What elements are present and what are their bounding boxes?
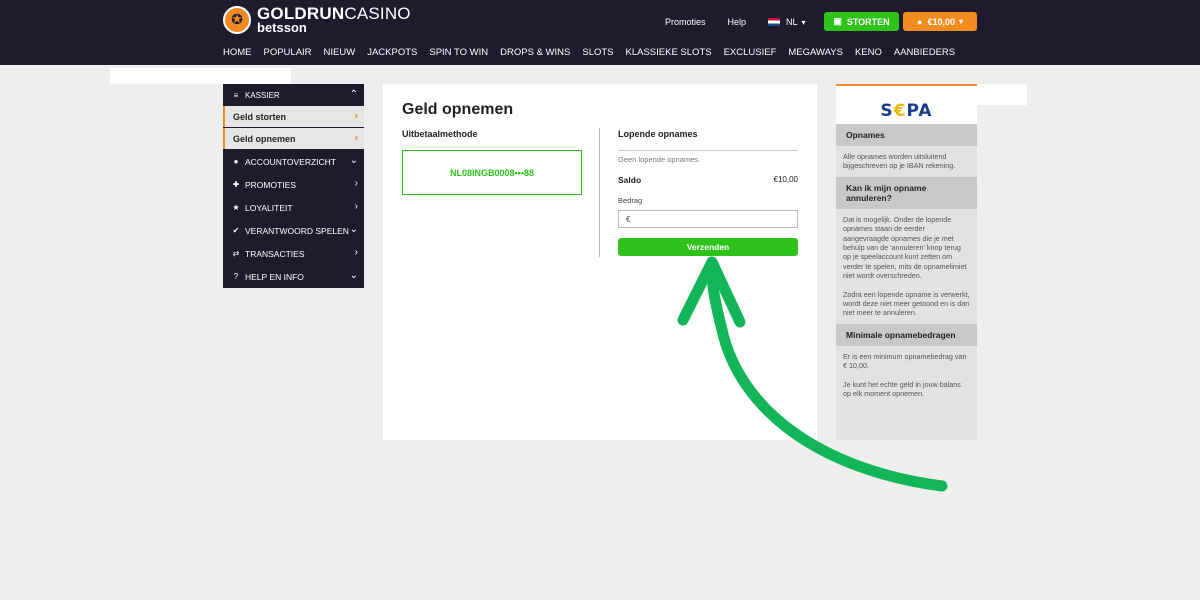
nav-slots[interactable]: SLOTS [582, 47, 613, 58]
star-icon: ★ [232, 203, 240, 212]
chevron-right-icon: › [354, 247, 358, 258]
payout-method-label: Uitbetaalmethode [402, 129, 478, 139]
coins-icon: ≡ [233, 90, 239, 100]
user-icon: ● [917, 16, 923, 27]
chevron-down-icon: ⌄ [349, 224, 358, 235]
page-banner-strip [110, 68, 291, 84]
sidebar-item-help-en-info[interactable]: ? HELP EN INFO ⌄ [223, 265, 364, 288]
info-heading-minimale: Minimale opnamebedragen [836, 323, 977, 346]
page-title: Geld opnemen [402, 101, 514, 118]
info-panel: S€PA Opnames Alle opnames worden uitslui… [836, 84, 977, 440]
balance-button[interactable]: ● €10,00 ▾ [903, 12, 977, 31]
nav-nieuw[interactable]: NIEUW [324, 47, 356, 58]
top-bar: ✪ GOLDRUNCASINO betsson Promoties Help N… [0, 0, 1200, 65]
nav-jackpots[interactable]: JACKPOTS [367, 47, 417, 58]
saldo-label: Saldo [618, 175, 642, 185]
user-icon: ● [233, 157, 239, 166]
sidebar-item-loyaliteit[interactable]: ★ LOYALITEIT › [223, 196, 364, 219]
nav-megaways[interactable]: MEGAWAYS [788, 47, 843, 58]
chevron-right-icon: › [354, 110, 358, 122]
info-text-opnames: Alle opnames worden uitsluitend bijgesch… [843, 152, 956, 171]
language-label: NL [786, 17, 798, 27]
chevron-right-icon: › [354, 178, 358, 189]
promoties-link[interactable]: Promoties [665, 17, 706, 27]
nav-keno[interactable]: KENO [855, 47, 882, 58]
saldo-value: €10,00 [773, 175, 798, 184]
chevron-down-icon: ⌄ [349, 155, 358, 166]
sidebar-item-verantwoord-spelen[interactable]: ✔ VERANTWOORD SPELEN ⌄ [223, 219, 364, 242]
tiger-logo-icon: ✪ [223, 6, 251, 34]
amount-label: Bedrag [618, 196, 643, 205]
info-heading-annuleren: Kan ik mijn opname annuleren? [836, 176, 977, 209]
column-divider [599, 128, 600, 257]
help-icon: ? [233, 272, 239, 281]
sidebar-item-promoties[interactable]: ✚ PROMOTIES › [223, 173, 364, 196]
nav-aanbieders[interactable]: AANBIEDERS [894, 47, 955, 58]
sidebar-item-geld-storten[interactable]: Geld storten › [223, 106, 364, 127]
payout-method-card[interactable]: NL08INGB0008•••88 [402, 150, 582, 195]
pending-withdrawals-title: Lopende opnames [618, 129, 698, 139]
chevron-down-icon: ▾ [958, 17, 963, 26]
sidebar-item-geld-opnemen[interactable]: Geld opnemen › [223, 128, 364, 149]
logo-wordmark: GOLDRUNCASINO [257, 3, 411, 23]
main-nav: HOME POPULAIR NIEUW JACKPOTS SPIN TO WIN… [223, 47, 967, 58]
chevron-down-icon: ⌄ [349, 270, 358, 281]
nav-populair[interactable]: POPULAIR [264, 47, 312, 58]
nav-exclusief[interactable]: EXCLUSIEF [724, 47, 777, 58]
wallet-icon: ▣ [833, 16, 842, 26]
info-text-annuleren: Dat is mogelijk. Onder de lopende opname… [843, 214, 970, 318]
nav-drops-wins[interactable]: DROPS & WINS [500, 47, 570, 58]
submit-withdraw-button[interactable]: Verzenden [618, 238, 798, 256]
sidebar-item-transacties[interactable]: ⇄ TRANSACTIES › [223, 242, 364, 265]
amount-input[interactable]: € [618, 210, 798, 228]
info-heading-opnames: Opnames [836, 124, 977, 146]
shield-check-icon: ✔ [232, 226, 240, 235]
language-selector[interactable]: NL ▾ [768, 17, 806, 27]
gift-icon: ✚ [232, 180, 240, 189]
sidebar-item-accountoverzicht[interactable]: ● ACCOUNTOVERZICHT ⌄ [223, 150, 364, 173]
info-top-strip [977, 84, 1027, 105]
sepa-logo-icon: S€PA [880, 101, 933, 121]
chevron-right-icon: › [354, 132, 358, 144]
info-text-minimale: Er is een minimum opnamebedrag van € 10,… [843, 351, 967, 399]
netherlands-flag-icon [768, 18, 781, 26]
transactions-icon: ⇄ [232, 249, 240, 258]
chevron-right-icon: › [354, 201, 358, 212]
nav-spin-to-win[interactable]: SPIN TO WIN [429, 47, 488, 58]
account-sidebar: ≡ KASSIER ⌃ Geld storten › Geld opnemen … [223, 84, 364, 288]
nav-klassieke-slots[interactable]: KLASSIEKE SLOTS [626, 47, 712, 58]
sidebar-section-kassier[interactable]: ≡ KASSIER ⌃ [223, 84, 364, 106]
withdraw-panel: Geld opnemen Uitbetaalmethode NL08INGB00… [383, 84, 817, 440]
deposit-button[interactable]: ▣ STORTEN [824, 12, 899, 31]
divider [618, 150, 798, 151]
chevron-up-icon: ⌃ [349, 89, 358, 100]
site-logo[interactable]: ✪ GOLDRUNCASINO betsson [223, 3, 411, 34]
chevron-down-icon: ▾ [801, 17, 806, 27]
currency-prefix: € [626, 214, 631, 224]
nav-home[interactable]: HOME [223, 47, 252, 58]
sepa-logo: S€PA [836, 84, 977, 124]
iban-value: NL08INGB0008•••88 [450, 167, 534, 178]
pending-withdrawals-empty: Geen lopende opnames. [618, 155, 701, 164]
help-link[interactable]: Help [728, 17, 747, 27]
